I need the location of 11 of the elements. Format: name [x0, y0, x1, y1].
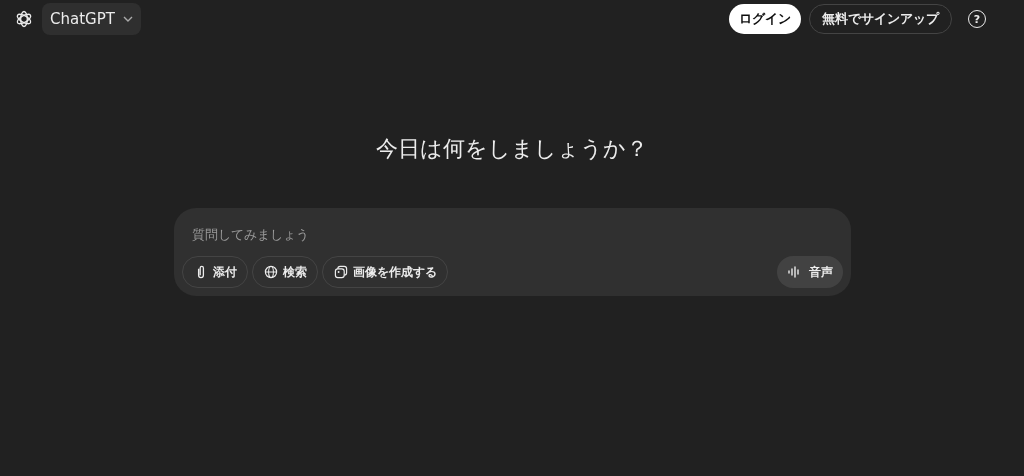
waveform-icon — [786, 266, 801, 279]
signup-button[interactable]: 無料でサインアップ — [809, 4, 952, 34]
globe-icon — [262, 264, 279, 281]
model-selector[interactable]: ChatGPT — [42, 3, 141, 35]
prompt-input[interactable]: 質問してみましょう — [181, 223, 843, 246]
login-button[interactable]: ログイン — [729, 4, 801, 34]
page-heading: 今日は何をしましょうか？ — [376, 136, 648, 163]
chevron-down-icon — [122, 16, 133, 22]
voice-button[interactable]: 音声 — [776, 256, 843, 289]
images-icon — [332, 264, 349, 281]
logo-icon — [14, 9, 34, 29]
